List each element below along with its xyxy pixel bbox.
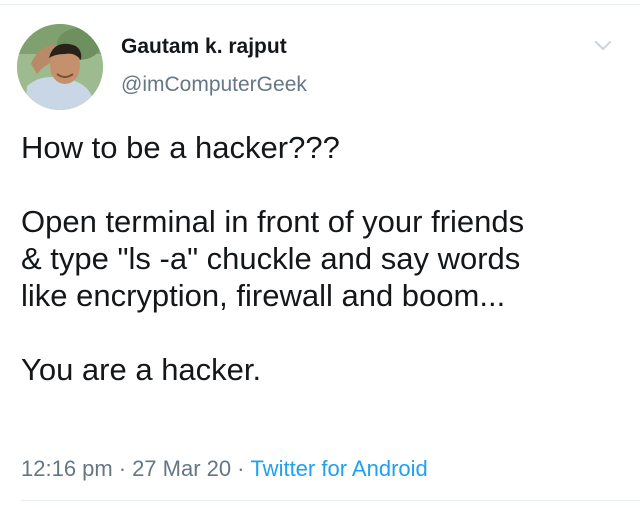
profile-photo-icon: [17, 24, 103, 110]
author-name[interactable]: Gautam k. rajput: [121, 34, 287, 60]
tweet-time[interactable]: 12:16 pm: [21, 456, 113, 481]
tweet-paragraph: Open terminal in front of your friends &…: [21, 204, 525, 313]
separator: ·: [118, 456, 127, 481]
avatar[interactable]: [17, 24, 103, 110]
chevron-down-icon[interactable]: [588, 34, 618, 60]
tweet-card: Gautam k. rajput @imComputerGeek How to …: [0, 0, 640, 508]
divider: [21, 500, 640, 501]
author-handle[interactable]: @imComputerGeek: [121, 72, 307, 98]
tweet-paragraph: You are a hacker.: [21, 352, 262, 387]
tweet-paragraph: How to be a hacker???: [21, 130, 340, 165]
separator: ·: [237, 456, 245, 481]
tweet-metadata: 12:16 pm · 27 Mar 20 · Twitter for Android: [21, 455, 428, 483]
divider: [0, 4, 640, 5]
tweet-source-link[interactable]: Twitter for Android: [250, 456, 427, 481]
tweet-text: How to be a hacker??? Open terminal in f…: [21, 129, 621, 388]
tweet-date[interactable]: 27 Mar 20: [132, 456, 231, 481]
